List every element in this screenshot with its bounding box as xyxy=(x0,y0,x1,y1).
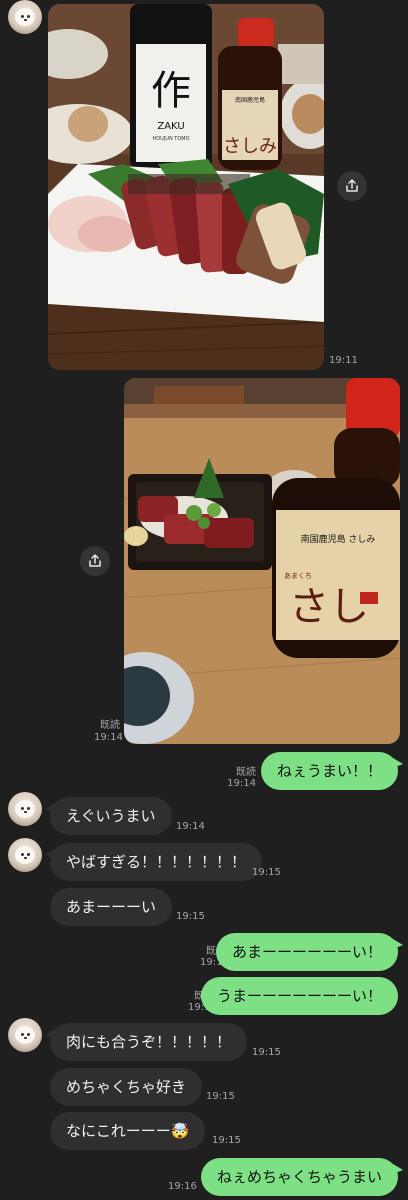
avatar-nose xyxy=(24,857,27,859)
avatar-eye xyxy=(27,15,30,18)
share-button[interactable] xyxy=(337,171,367,201)
dog-face-icon xyxy=(15,800,35,818)
dog-face-icon xyxy=(15,8,35,26)
outgoing-message-bubble[interactable]: あまーーーーーーい！ xyxy=(215,933,404,971)
contact-avatar[interactable] xyxy=(8,0,42,34)
avatar-eye xyxy=(27,853,30,856)
message-time: 19:15 xyxy=(176,911,205,922)
contact-avatar[interactable] xyxy=(8,1018,42,1052)
message-time: 19:15 xyxy=(252,867,281,878)
read-receipt: 既読 xyxy=(236,767,256,778)
soy-top-text: 南国鹿児島 さしみ xyxy=(301,533,376,545)
message-time: 19:15 xyxy=(206,1091,235,1102)
outgoing-message-bubble[interactable]: ねぇめちゃくちゃうまい xyxy=(200,1158,404,1196)
avatar-eye xyxy=(27,1033,30,1036)
contact-avatar[interactable] xyxy=(8,838,42,872)
read-receipt: 既読 xyxy=(100,720,120,731)
photo-katsuo-soy-graphic: 南国鹿児島 さしみ さし あまくち xyxy=(124,378,400,744)
message-time: 19:14 xyxy=(227,778,256,789)
incoming-message-bubble[interactable]: なにこれーーー🤯 xyxy=(50,1112,206,1150)
message-time: 19:14 xyxy=(176,821,205,832)
message-time: 19:11 xyxy=(329,355,358,366)
share-icon xyxy=(89,554,101,567)
avatar-eye xyxy=(27,807,30,810)
incoming-message-bubble[interactable]: めちゃくちゃ好き xyxy=(50,1068,203,1106)
avatar-eye xyxy=(21,15,24,18)
avatar-nose xyxy=(24,19,27,21)
avatar-nose xyxy=(24,811,27,813)
message-time: 19:15 xyxy=(212,1135,241,1146)
soy-top-text: 南国鹿児島 xyxy=(235,96,265,104)
photo-katsuo-tataki-plate[interactable]: 作 ZAKU HOUJUN TOMO 南国鹿児島 さしみ xyxy=(48,4,324,370)
dog-face-icon xyxy=(15,1026,35,1044)
soy-label-text: さし xyxy=(289,584,369,630)
incoming-message-bubble[interactable]: えぐいうまい xyxy=(45,797,172,835)
photo-katsuo-and-soy-sauce[interactable]: 南国鹿児島 さしみ さし あまくち xyxy=(124,378,400,744)
message-time: 19:15 xyxy=(252,1047,281,1058)
photo-katsuo-tataki-graphic: 作 ZAKU HOUJUN TOMO 南国鹿児島 さしみ xyxy=(48,4,324,370)
sake-sub-text: ZAKU xyxy=(157,121,184,132)
sake-brand-text: 作 xyxy=(151,68,191,114)
soy-small-text: あまくち xyxy=(284,572,312,580)
avatar-eye xyxy=(21,807,24,810)
share-icon xyxy=(346,179,358,192)
message-time: 19:16 xyxy=(168,1181,197,1192)
avatar-eye xyxy=(21,1033,24,1036)
soy-label-text: さしみ xyxy=(223,136,277,157)
incoming-message-bubble[interactable]: やばすぎる！！！！！！！ xyxy=(44,843,263,881)
sake-small-text: HOUJUN TOMO xyxy=(152,136,189,142)
share-button[interactable] xyxy=(80,546,110,576)
avatar-eye xyxy=(21,853,24,856)
incoming-message-bubble[interactable]: 肉にも合うぞ！！！！！ xyxy=(44,1023,248,1061)
contact-avatar[interactable] xyxy=(8,792,42,826)
outgoing-message-bubble[interactable]: ねぇうまい！！ xyxy=(260,752,404,790)
outgoing-message-bubble[interactable]: うまーーーーーーーい！ xyxy=(200,977,398,1015)
dog-face-icon xyxy=(15,846,35,864)
avatar-nose xyxy=(24,1037,27,1039)
incoming-message-bubble[interactable]: あまーーーい xyxy=(50,888,173,926)
message-time: 19:14 xyxy=(94,732,123,743)
